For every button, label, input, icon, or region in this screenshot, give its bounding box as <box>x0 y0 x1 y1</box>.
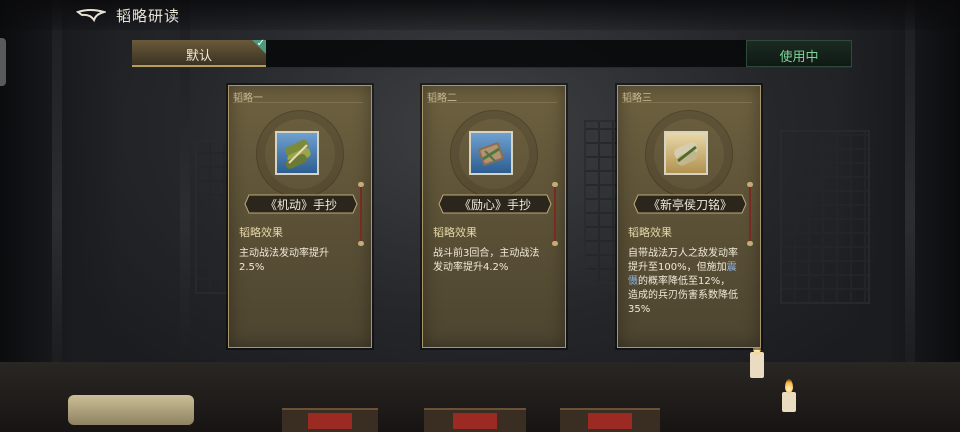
divider <box>427 102 557 103</box>
name-plate: 《励心》手抄 <box>437 193 553 215</box>
strategy-card-1[interactable]: 韬略一 《机动》手抄 韬略效果 主动战法发动率提升2.5% <box>228 85 372 348</box>
green-scroll-bundle-icon <box>285 139 311 169</box>
name-plate: 《新亭侯刀铭》 <box>632 193 748 215</box>
in-use-label: 使用中 <box>779 50 819 65</box>
book-prop <box>560 408 660 432</box>
window-lattice <box>195 140 229 294</box>
strategy-icon-slot[interactable] <box>664 131 708 175</box>
side-handle[interactable] <box>0 38 6 86</box>
title-bar: 韬略研读 <box>0 0 960 30</box>
strategy-icon-slot[interactable] <box>469 131 513 175</box>
in-use-button[interactable]: 使用中 <box>746 40 852 67</box>
effect-description: 主动战法发动率提升2.5% <box>239 248 329 273</box>
effect-description: 自带战法万人之敌发动率提升至100%，但施加震慑的概率降低至12%，造成的兵刃伤… <box>628 247 740 317</box>
scroll-rail <box>552 182 558 246</box>
effect-heading: 韬略效果 <box>628 226 672 239</box>
candle-prop <box>750 352 764 378</box>
preset-tab-default[interactable]: 默认 ✓ <box>132 38 266 67</box>
page-title: 韬略研读 <box>116 7 181 25</box>
divider <box>622 102 752 103</box>
book-prop <box>282 408 378 432</box>
strategy-card-2[interactable]: 韬略二 《励心》手抄 韬略效果 战斗前3回合，主动战法发动率提升4.2% <box>422 85 566 348</box>
effect-heading: 韬略效果 <box>433 226 477 239</box>
candle-flame <box>785 379 793 393</box>
strategy-card-3[interactable]: 韬略三 《新亭侯刀铭》 韬略效果 自带战法万人之敌发动率提升至100%，但施加震… <box>617 85 761 348</box>
back-button[interactable] <box>75 6 108 24</box>
strategy-name: 《励心》手抄 <box>458 198 531 212</box>
scroll-rail <box>747 182 753 246</box>
effect-heading: 韬略效果 <box>239 226 283 239</box>
strategy-name: 《新亭侯刀铭》 <box>647 198 732 212</box>
effect-text-part: 的概率降低至12%，造成的兵刃伤害系数降低35% <box>628 276 738 315</box>
effect-description: 战斗前3回合，主动战法发动率提升4.2% <box>433 248 540 273</box>
scroll-rail <box>358 182 364 246</box>
scroll-bundle-prop <box>68 395 194 425</box>
window-lattice <box>780 130 870 304</box>
name-plate: 《机动》手抄 <box>243 193 359 215</box>
golden-scroll-icon <box>674 142 698 166</box>
checkmark-icon: ✓ <box>256 38 265 49</box>
back-arrow-icon <box>75 9 108 23</box>
strategy-name: 《机动》手抄 <box>264 198 337 212</box>
bound-book-icon <box>478 142 504 166</box>
candle-prop <box>782 392 796 412</box>
divider <box>233 102 363 103</box>
preset-tab-label: 默认 <box>185 49 212 64</box>
strategy-icon-slot[interactable] <box>275 131 319 175</box>
book-prop <box>424 408 526 432</box>
effect-text-part: 自带战法万人之敌发动率提升至100%，但施加 <box>628 248 738 273</box>
